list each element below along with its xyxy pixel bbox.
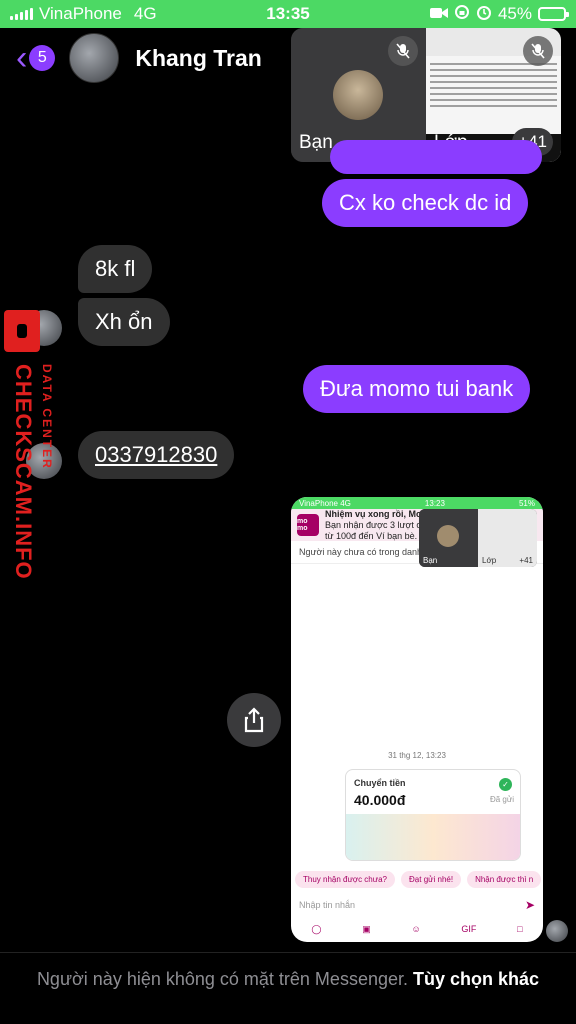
- unavailable-text: Người này hiện không có mặt trên Messeng…: [36, 969, 408, 989]
- check-icon: ✓: [499, 778, 512, 791]
- inner-time: 13:23: [424, 498, 445, 508]
- outgoing-message-partial[interactable]: [330, 140, 542, 174]
- status-bar: VinaPhone 4G 13:35 45%: [0, 0, 576, 28]
- more-options-link[interactable]: Tùy chọn khác: [413, 969, 539, 989]
- watermark: CHECKSCAM.INFO DATA CENTER: [4, 310, 64, 590]
- transfer-illustration: [346, 814, 520, 860]
- momo-logo: mo mo: [297, 514, 319, 536]
- inner-transfer-card: Chuyển tiền 40.000đ ✓ Đã gửi: [345, 769, 521, 861]
- camera-in-use-icon: [429, 4, 448, 24]
- battery-percent: 45%: [497, 4, 532, 23]
- unread-count-badge[interactable]: 5: [29, 45, 56, 71]
- watermark-main-text: CHECKSCAM.INFO: [11, 364, 36, 580]
- outgoing-message[interactable]: Cx ko check dc id: [322, 179, 529, 227]
- quick-reply-chip: Thuy nhận được chưa?: [295, 871, 396, 888]
- inner-message-input: Nhập tin nhắn ➤: [299, 896, 535, 914]
- back-chevron-icon[interactable]: ‹: [16, 41, 27, 75]
- seen-receipt-avatar: [546, 920, 568, 942]
- incoming-message[interactable]: 8k fl: [78, 245, 153, 293]
- inner-self-label: Bạn: [423, 556, 438, 565]
- image-icon: ▣: [362, 923, 371, 934]
- unavailable-notice: Người này hiện không có mặt trên Messeng…: [0, 952, 576, 1024]
- alarm-icon: [476, 4, 492, 25]
- incoming-message[interactable]: Xh ổn: [78, 298, 170, 346]
- network-type: 4G: [133, 4, 157, 23]
- inner-self-avatar: [437, 525, 459, 547]
- incoming-message[interactable]: 0337912830: [78, 431, 235, 479]
- battery-icon: [538, 7, 569, 21]
- inner-date: 31 thg 12, 13:23: [388, 751, 446, 760]
- shared-document-preview: [426, 56, 561, 134]
- send-icon: ➤: [524, 898, 535, 912]
- status-bar-left: VinaPhone 4G: [10, 4, 157, 24]
- signal-icon: [10, 8, 33, 20]
- self-avatar: [333, 70, 383, 120]
- mic-muted-icon: [388, 36, 418, 66]
- mic-muted-icon: [523, 36, 553, 66]
- lock-logo-icon: [4, 310, 40, 352]
- share-button[interactable]: [227, 693, 281, 747]
- contact-avatar[interactable]: [69, 33, 120, 83]
- sticker-icon: ☺: [411, 924, 421, 934]
- quick-reply-chip: Nhận được thì n: [467, 871, 542, 888]
- inner-status-bar: VinaPhone 4G 13:23 51%: [291, 497, 543, 509]
- inner-class-label: Lớp: [482, 556, 497, 565]
- image-attachment[interactable]: VinaPhone 4G 13:23 51% mo mo Nhiệm vụ xo…: [291, 497, 543, 942]
- gift-icon: □: [517, 924, 523, 934]
- inner-battery: 51%: [518, 498, 535, 508]
- transfer-title: Chuyển tiền: [354, 778, 406, 788]
- transfer-amount: 40.000đ: [354, 792, 406, 808]
- inner-quick-replies: Thuy nhận được chưa? Đạt gửi nhé! Nhận đ…: [295, 871, 542, 888]
- rotation-lock-icon: [454, 4, 470, 25]
- inner-participants-count: +41: [519, 556, 533, 565]
- watermark-sub-text: DATA CENTER: [40, 364, 54, 470]
- inner-toolbar: ◯ ▣ ☺ GIF □: [291, 919, 543, 939]
- quick-reply-chip: Đạt gửi nhé!: [401, 871, 462, 888]
- self-label: Bạn: [299, 132, 333, 153]
- contact-name[interactable]: Khang Tran: [135, 45, 262, 72]
- phone-number-link[interactable]: 0337912830: [95, 442, 217, 467]
- inner-call-pip: Bạn Lớp +41: [419, 509, 537, 567]
- carrier-name: VinaPhone: [39, 4, 122, 23]
- share-icon: [243, 707, 265, 733]
- inner-input-placeholder: Nhập tin nhắn: [299, 900, 356, 910]
- outgoing-message[interactable]: Đưa momo tui bank: [303, 365, 531, 413]
- status-bar-right: 45%: [429, 4, 569, 25]
- gif-icon: GIF: [461, 924, 477, 934]
- money-icon: ◯: [311, 923, 322, 934]
- inner-carrier: VinaPhone 4G: [299, 498, 351, 508]
- transfer-status: Đã gửi: [489, 795, 514, 804]
